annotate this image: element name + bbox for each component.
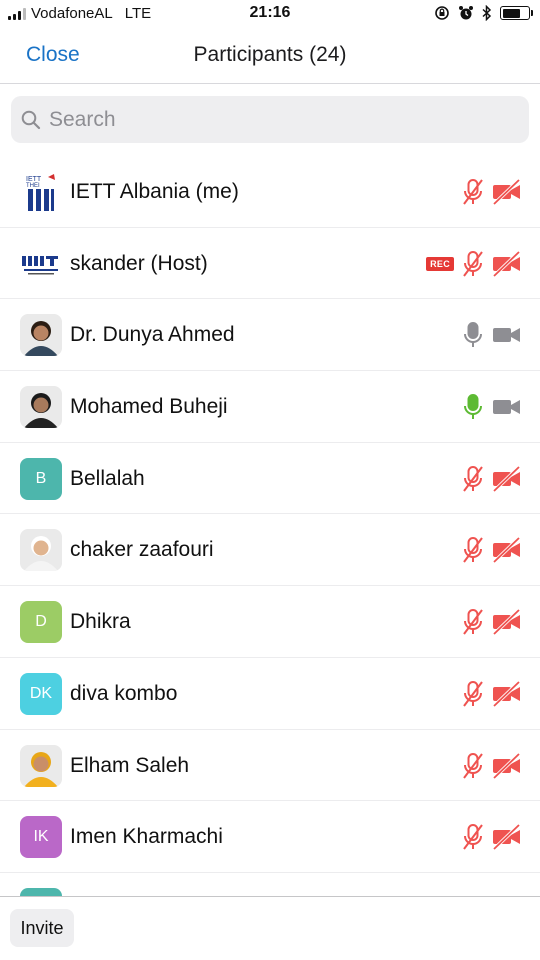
svg-text:IETT: IETT: [26, 176, 42, 183]
recording-badge: REC: [426, 256, 454, 271]
avatar: D: [20, 601, 62, 644]
orientation-lock-icon: [435, 6, 449, 20]
participant-row[interactable]: D Dhikra: [0, 586, 540, 658]
avatar-logo: [20, 242, 62, 285]
participant-status-icons: [462, 465, 522, 493]
status-bar: VodafoneAL LTE 21:16: [0, 0, 540, 30]
alarm-icon: [459, 6, 473, 20]
participant-status-icons: [462, 608, 522, 636]
bluetooth-icon: [482, 5, 492, 21]
video-off-icon: [492, 178, 521, 206]
participant-row[interactable]: IK Imen Kharmachi: [0, 801, 540, 873]
battery-icon: [500, 6, 533, 20]
invite-button[interactable]: Invite: [10, 909, 74, 947]
participant-name: Mohamed Buheji: [70, 395, 228, 419]
participant-row[interactable]: Elham Saleh: [0, 730, 540, 802]
mic-muted-icon: [463, 752, 483, 779]
participant-row[interactable]: chaker zaafouri: [0, 514, 540, 587]
microphone-icon: [464, 322, 482, 348]
page-title: Participants (24): [193, 43, 347, 66]
mic-muted-icon: [463, 537, 483, 564]
video-off-icon: [492, 680, 521, 708]
participant-status-icons: [462, 752, 522, 780]
video-off-icon: [492, 823, 521, 851]
nav-bar: Close Participants (24): [0, 30, 540, 84]
svg-text:THEI: THEI: [26, 183, 40, 189]
participant-status-icons: [462, 823, 522, 851]
participant-name: chaker zaafouri: [70, 538, 214, 562]
mic-muted-icon: [463, 680, 483, 707]
video-off-icon: [492, 250, 521, 277]
avatar-initials: B: [35, 469, 47, 487]
participant-row[interactable]: DK diva kombo: [0, 658, 540, 730]
participant-name: IETT Albania (me): [70, 180, 239, 203]
bottom-bar: Invite: [0, 896, 540, 960]
mic-muted-icon: [463, 824, 483, 850]
participant-status-icons: [462, 680, 522, 708]
avatar-initials: IK: [33, 828, 49, 846]
video-off-icon: [492, 608, 521, 636]
close-button[interactable]: Close: [26, 43, 80, 67]
participant-name: Dr. Dunya Ahmed: [70, 323, 235, 347]
avatar: IK: [20, 816, 62, 859]
search-bar[interactable]: [11, 96, 529, 143]
search-input[interactable]: [49, 107, 489, 132]
avatar: DK: [20, 672, 62, 715]
participant-row[interactable]: Mohamed Buheji: [0, 371, 540, 443]
participant-name: Imen Kharmachi: [70, 825, 223, 849]
video-off-icon: [492, 537, 521, 564]
mic-muted-icon: [463, 250, 483, 277]
video-off-icon: [492, 752, 521, 779]
mic-muted-icon: [463, 609, 483, 635]
participant-row[interactable]: IETT THEI IETT Albania (me): [0, 156, 540, 228]
participant-name: Elham Saleh: [70, 753, 190, 777]
participant-name: Bellalah: [70, 466, 145, 490]
participant-row[interactable]: B Bellalah: [0, 443, 540, 515]
mic-muted-icon: [463, 179, 483, 205]
participant-name: diva kombo: [70, 681, 178, 705]
avatar-logo: IETT THEI: [20, 171, 62, 213]
video-camera-icon: [493, 328, 520, 343]
avatar: [20, 314, 62, 357]
participant-row[interactable]: skander (Host) REC: [0, 228, 540, 300]
participant-row[interactable]: [0, 873, 540, 896]
participant-name: skander (Host): [70, 251, 208, 275]
avatar: [20, 887, 62, 896]
video-off-icon: [492, 465, 521, 493]
avatar-initials: D: [35, 613, 47, 631]
participant-status-icons: [462, 178, 522, 206]
participant-status-icons: REC: [426, 250, 522, 278]
avatar: [20, 744, 62, 787]
avatar: [20, 386, 62, 429]
avatar-initials: DK: [29, 684, 53, 702]
avatar: [20, 529, 62, 572]
participants-list: IETT THEI IETT Albania (me) skander (Host) R…: [0, 156, 540, 896]
participant-name: Dhikra: [70, 610, 131, 634]
participant-status-icons: [462, 321, 522, 349]
avatar: B: [20, 457, 62, 500]
mic-muted-icon: [463, 465, 483, 492]
participant-status-icons: [462, 536, 522, 564]
microphone-icon: [464, 394, 482, 420]
participant-status-icons: [462, 393, 522, 421]
search-icon: [21, 110, 41, 129]
participant-row[interactable]: Dr. Dunya Ahmed: [0, 299, 540, 372]
video-camera-icon: [493, 400, 520, 415]
